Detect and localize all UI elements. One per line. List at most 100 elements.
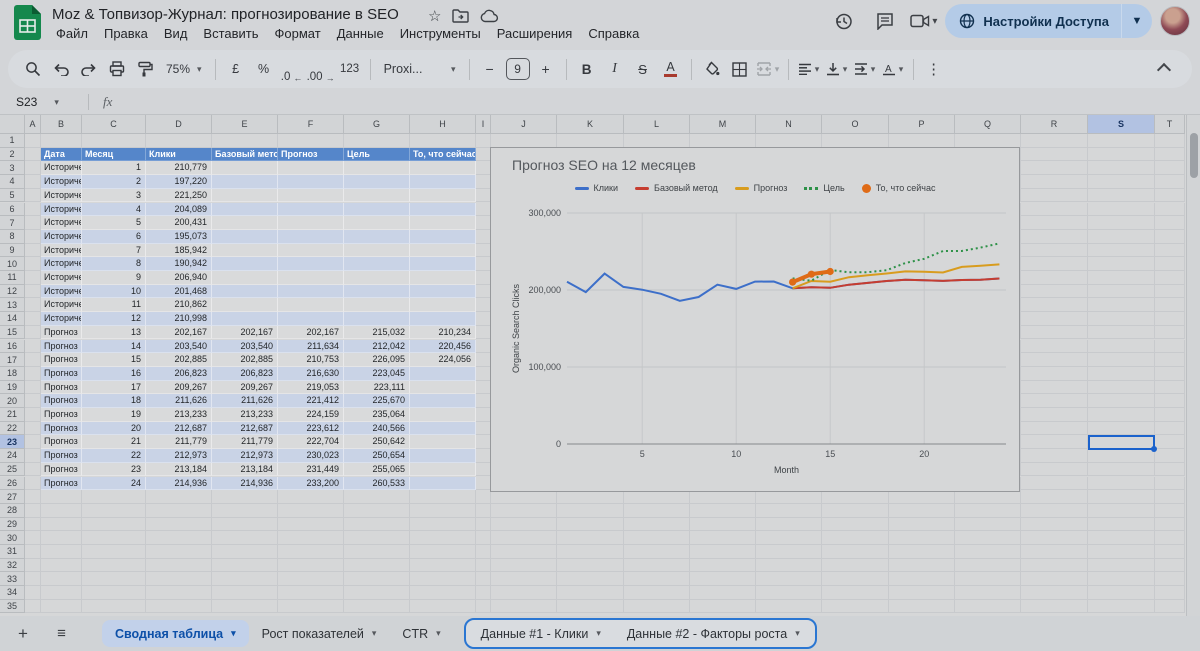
cell[interactable] — [82, 504, 146, 518]
row-header-35[interactable]: 35 — [0, 600, 25, 614]
cell[interactable] — [756, 600, 822, 614]
table-data-cell[interactable]: Прогноз — [41, 340, 82, 354]
table-data-cell[interactable]: 260,533 — [344, 477, 410, 491]
cell[interactable] — [25, 257, 41, 271]
cell[interactable] — [476, 381, 491, 395]
table-data-cell[interactable]: 24 — [82, 477, 146, 491]
table-data-cell[interactable]: 17 — [82, 381, 146, 395]
redo-icon[interactable] — [76, 56, 102, 83]
cell[interactable] — [955, 545, 1021, 559]
row-header-21[interactable]: 21 — [0, 408, 25, 422]
cell[interactable] — [1155, 161, 1185, 175]
table-data-cell[interactable] — [410, 381, 476, 395]
cell[interactable] — [557, 504, 624, 518]
table-data-cell[interactable]: 215,032 — [344, 326, 410, 340]
cell[interactable] — [889, 134, 955, 148]
table-data-cell[interactable]: 214,936 — [212, 477, 278, 491]
cell[interactable] — [1088, 545, 1155, 559]
table-data-cell[interactable]: 23 — [82, 463, 146, 477]
cell[interactable] — [889, 559, 955, 573]
cell[interactable] — [476, 531, 491, 545]
cell[interactable] — [624, 531, 690, 545]
cell[interactable] — [1021, 531, 1088, 545]
table-data-cell[interactable]: 15 — [82, 353, 146, 367]
user-avatar[interactable] — [1160, 6, 1190, 36]
table-data-cell[interactable]: 22 — [82, 449, 146, 463]
cell[interactable] — [476, 559, 491, 573]
column-header-Q[interactable]: Q — [955, 115, 1021, 134]
cell[interactable] — [1155, 230, 1185, 244]
cell[interactable] — [491, 134, 557, 148]
cell[interactable] — [1021, 559, 1088, 573]
table-data-cell[interactable] — [212, 244, 278, 258]
font-size-input[interactable]: 9 — [506, 58, 530, 80]
table-data-cell[interactable]: 212,973 — [212, 449, 278, 463]
table-data-cell[interactable] — [344, 271, 410, 285]
table-data-cell[interactable]: 230,023 — [278, 449, 344, 463]
cell[interactable] — [344, 504, 410, 518]
cell[interactable] — [25, 490, 41, 504]
sheet-tab-pivot[interactable]: Сводная таблица ▾ — [102, 620, 249, 647]
cell[interactable] — [1088, 340, 1155, 354]
cell[interactable] — [1155, 600, 1185, 614]
cell[interactable] — [25, 353, 41, 367]
cell[interactable] — [1155, 463, 1185, 477]
row-header-31[interactable]: 31 — [0, 545, 25, 559]
table-data-cell[interactable] — [410, 271, 476, 285]
font-name-select[interactable]: Proxi... ▾ — [378, 56, 462, 83]
cell[interactable] — [1155, 408, 1185, 422]
cell[interactable] — [278, 531, 344, 545]
cell[interactable] — [25, 230, 41, 244]
cell[interactable] — [25, 586, 41, 600]
menu-insert[interactable]: Вставить — [197, 25, 264, 42]
row-header-4[interactable]: 4 — [0, 175, 25, 189]
table-data-cell[interactable]: 255,065 — [344, 463, 410, 477]
table-data-cell[interactable] — [212, 271, 278, 285]
version-history-icon[interactable] — [826, 4, 860, 38]
increase-font-size-button[interactable]: + — [533, 56, 559, 83]
table-data-cell[interactable] — [212, 257, 278, 271]
table-data-cell[interactable] — [212, 189, 278, 203]
table-data-cell[interactable]: Исторические — [41, 175, 82, 189]
cell[interactable] — [278, 504, 344, 518]
table-data-cell[interactable] — [410, 189, 476, 203]
cell[interactable] — [1021, 600, 1088, 614]
cell[interactable] — [1021, 257, 1088, 271]
cell[interactable] — [1155, 572, 1185, 586]
column-header-A[interactable]: A — [25, 115, 41, 134]
table-data-cell[interactable]: 250,654 — [344, 449, 410, 463]
cell[interactable] — [1021, 148, 1088, 162]
table-data-cell[interactable]: 206,940 — [146, 271, 212, 285]
cell[interactable] — [1088, 449, 1155, 463]
table-data-cell[interactable]: 200,431 — [146, 216, 212, 230]
cell[interactable] — [146, 490, 212, 504]
table-data-cell[interactable]: Прогноз — [41, 381, 82, 395]
cell[interactable] — [82, 518, 146, 532]
cell[interactable] — [624, 545, 690, 559]
column-header-D[interactable]: D — [146, 115, 212, 134]
cell[interactable] — [1155, 559, 1185, 573]
cell[interactable] — [476, 148, 491, 162]
table-data-cell[interactable]: Исторические — [41, 161, 82, 175]
table-data-cell[interactable] — [212, 285, 278, 299]
cell[interactable] — [82, 134, 146, 148]
cell[interactable] — [1088, 134, 1155, 148]
table-data-cell[interactable]: 223,612 — [278, 422, 344, 436]
share-button[interactable]: Настройки Доступа ▼ — [945, 4, 1152, 38]
cell[interactable] — [278, 545, 344, 559]
cell[interactable] — [822, 545, 889, 559]
cell[interactable] — [476, 134, 491, 148]
cell[interactable] — [1021, 367, 1088, 381]
cell[interactable] — [278, 134, 344, 148]
cell[interactable] — [1088, 257, 1155, 271]
cell[interactable] — [1088, 148, 1155, 162]
column-header-J[interactable]: J — [491, 115, 557, 134]
cell[interactable] — [25, 340, 41, 354]
table-data-cell[interactable]: 210,998 — [146, 312, 212, 326]
cell[interactable] — [41, 559, 82, 573]
cell[interactable] — [1155, 531, 1185, 545]
cell[interactable] — [1021, 504, 1088, 518]
cell[interactable] — [1088, 477, 1155, 491]
row-header-7[interactable]: 7 — [0, 216, 25, 230]
row-header-20[interactable]: 20 — [0, 394, 25, 408]
